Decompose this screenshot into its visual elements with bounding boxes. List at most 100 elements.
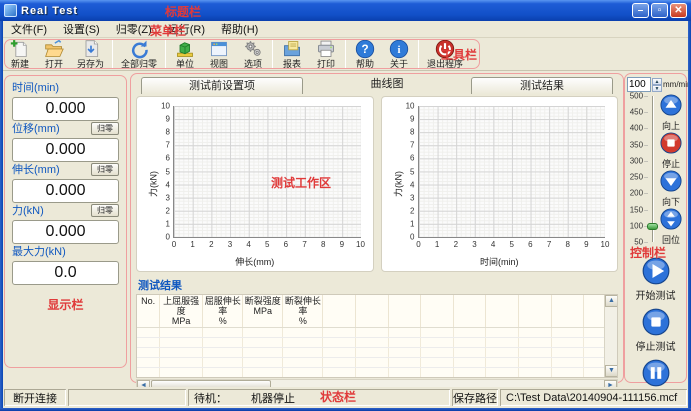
table-row	[137, 378, 617, 379]
table-cell	[519, 328, 552, 338]
toolbar-button-open-folder[interactable]: 打开	[37, 38, 71, 70]
speed-spinner[interactable]: ▲ ▼	[652, 78, 662, 92]
test-button-stop-square[interactable]: 停止测试	[636, 308, 676, 354]
speed-slider[interactable]: 50045040035030025020015010050	[626, 96, 658, 242]
table-cell	[283, 348, 323, 358]
slider-scale-label: 200	[630, 189, 648, 198]
close-button[interactable]: ✕	[670, 3, 687, 18]
table-cell	[356, 328, 389, 338]
table-cell	[356, 358, 389, 368]
y-tick-label: 10	[406, 102, 415, 111]
svg-text:?: ?	[361, 43, 368, 56]
table-cell	[421, 348, 454, 358]
spinner-down-icon[interactable]: ▼	[652, 85, 662, 92]
table-row	[137, 358, 617, 368]
table-row	[137, 368, 617, 378]
table-cell	[160, 328, 203, 338]
menu-item-1[interactable]: 文件(F)	[3, 20, 55, 38]
y-tick-label: 2	[410, 206, 414, 215]
field-value: 0.000	[12, 220, 119, 244]
jog-button-stop[interactable]: 停止	[660, 132, 682, 169]
scroll-down-icon[interactable]: ▼	[605, 365, 618, 377]
y-tick-label: 8	[410, 128, 414, 137]
table-cell	[243, 368, 283, 378]
table-cell	[453, 328, 486, 338]
results-table: No.上屈服强度MPa屈服伸长率%断裂强度MPa断裂伸长率%	[137, 295, 617, 378]
table-cell	[323, 368, 356, 378]
table-cell	[137, 338, 160, 348]
toolbar-button-save-as[interactable]: 另存为	[71, 38, 110, 70]
results-column-header: 上屈服强度MPa	[160, 295, 203, 328]
toolbar-button-about[interactable]: i关于	[382, 38, 416, 70]
jog-button-return[interactable]: 回位	[660, 208, 682, 245]
field-value: 0.000	[12, 97, 119, 121]
table-cell	[323, 328, 356, 338]
connection-status: 断开连接	[4, 389, 66, 406]
toolbar-button-new-doc[interactable]: 新建	[3, 38, 37, 70]
x-tick-label: 3	[228, 240, 232, 249]
table-cell	[421, 328, 454, 338]
x-tick-label: 5	[510, 240, 514, 249]
toolbar-button-zero-all[interactable]: 全部归零	[115, 38, 163, 70]
results-column-header: 断裂伸长率%	[283, 295, 323, 328]
toolbar-button-label: 打开	[45, 59, 63, 70]
scroll-up-icon[interactable]: ▲	[605, 295, 618, 307]
menu-item-5[interactable]: 帮助(H)	[213, 20, 266, 38]
charts-row: 力(kN)012345678910012345678910测试工作区伸长(mm)…	[131, 94, 623, 274]
menu-bar: 文件(F)设置(S)归零(Z)运行(R)帮助(H)	[3, 21, 688, 38]
jog-button-up[interactable]: 向上	[660, 94, 682, 131]
table-cell	[453, 378, 486, 379]
toolbar-separator	[418, 40, 419, 68]
zero-button[interactable]: 归零	[91, 204, 119, 217]
x-tick-label: 7	[547, 240, 551, 249]
tab-3[interactable]: 测试结果	[471, 77, 613, 94]
toolbar-button-options[interactable]: 选项	[236, 38, 270, 70]
toolbar-button-label: 全部归零	[121, 59, 157, 70]
toolbar-button-report[interactable]: 报表	[275, 38, 309, 70]
machine-state: 机器停止	[251, 390, 295, 406]
spinner-up-icon[interactable]: ▲	[652, 78, 662, 85]
results-vertical-scrollbar[interactable]: ▲ ▼	[604, 295, 617, 377]
toolbar-button-unit[interactable]: 单位	[168, 38, 202, 70]
table-cell	[519, 368, 552, 378]
speed-input[interactable]	[627, 77, 651, 92]
toolbar-group: 全部归零	[115, 38, 163, 70]
x-tick-label: 9	[584, 240, 588, 249]
slider-scale-label: 100	[630, 221, 648, 230]
display-field-3: 伸长(mm)归零0.000	[12, 164, 119, 203]
slider-scale-label: 350	[630, 140, 648, 149]
results-column-header: No.	[137, 295, 160, 328]
menu-item-2[interactable]: 设置(S)	[55, 20, 108, 38]
y-tick-label: 0	[166, 233, 170, 242]
table-cell	[356, 348, 389, 358]
maximize-button[interactable]: ▫	[651, 3, 668, 18]
table-cell	[243, 338, 283, 348]
table-cell	[551, 328, 584, 338]
table-cell	[421, 338, 454, 348]
table-cell	[388, 328, 421, 338]
toolbar-button-view[interactable]: 视图	[202, 38, 236, 70]
zero-button[interactable]: 归零	[91, 163, 119, 176]
y-tick-label: 5	[166, 167, 170, 176]
x-tick-label: 2	[454, 240, 458, 249]
table-cell	[519, 348, 552, 358]
table-cell	[551, 368, 584, 378]
y-tick-label: 8	[166, 128, 170, 137]
table-cell	[486, 348, 519, 358]
test-button-play[interactable]: 开始测试	[636, 257, 676, 303]
tab-1[interactable]: 测试前设置项	[141, 77, 303, 94]
results-table-wrap: No.上屈服强度MPa屈服伸长率%断裂强度MPa断裂伸长率% ▲ ▼	[136, 294, 618, 378]
svg-text:i: i	[398, 44, 401, 56]
jog-button-down[interactable]: 向下	[660, 170, 682, 207]
chart-plot-area: 012345678910012345678910	[418, 106, 606, 238]
tab-2[interactable]: 曲线图	[303, 77, 471, 94]
toolbar-button-help[interactable]: ?帮助	[348, 38, 382, 70]
x-tick-label: 2	[209, 240, 213, 249]
table-cell	[551, 378, 584, 379]
table-cell	[584, 378, 617, 379]
minimize-button[interactable]: –	[632, 3, 649, 18]
zero-button[interactable]: 归零	[91, 122, 119, 135]
table-row	[137, 348, 617, 358]
toolbar-button-print[interactable]: 打印	[309, 38, 343, 70]
jog-button-label: 停止	[662, 159, 680, 169]
